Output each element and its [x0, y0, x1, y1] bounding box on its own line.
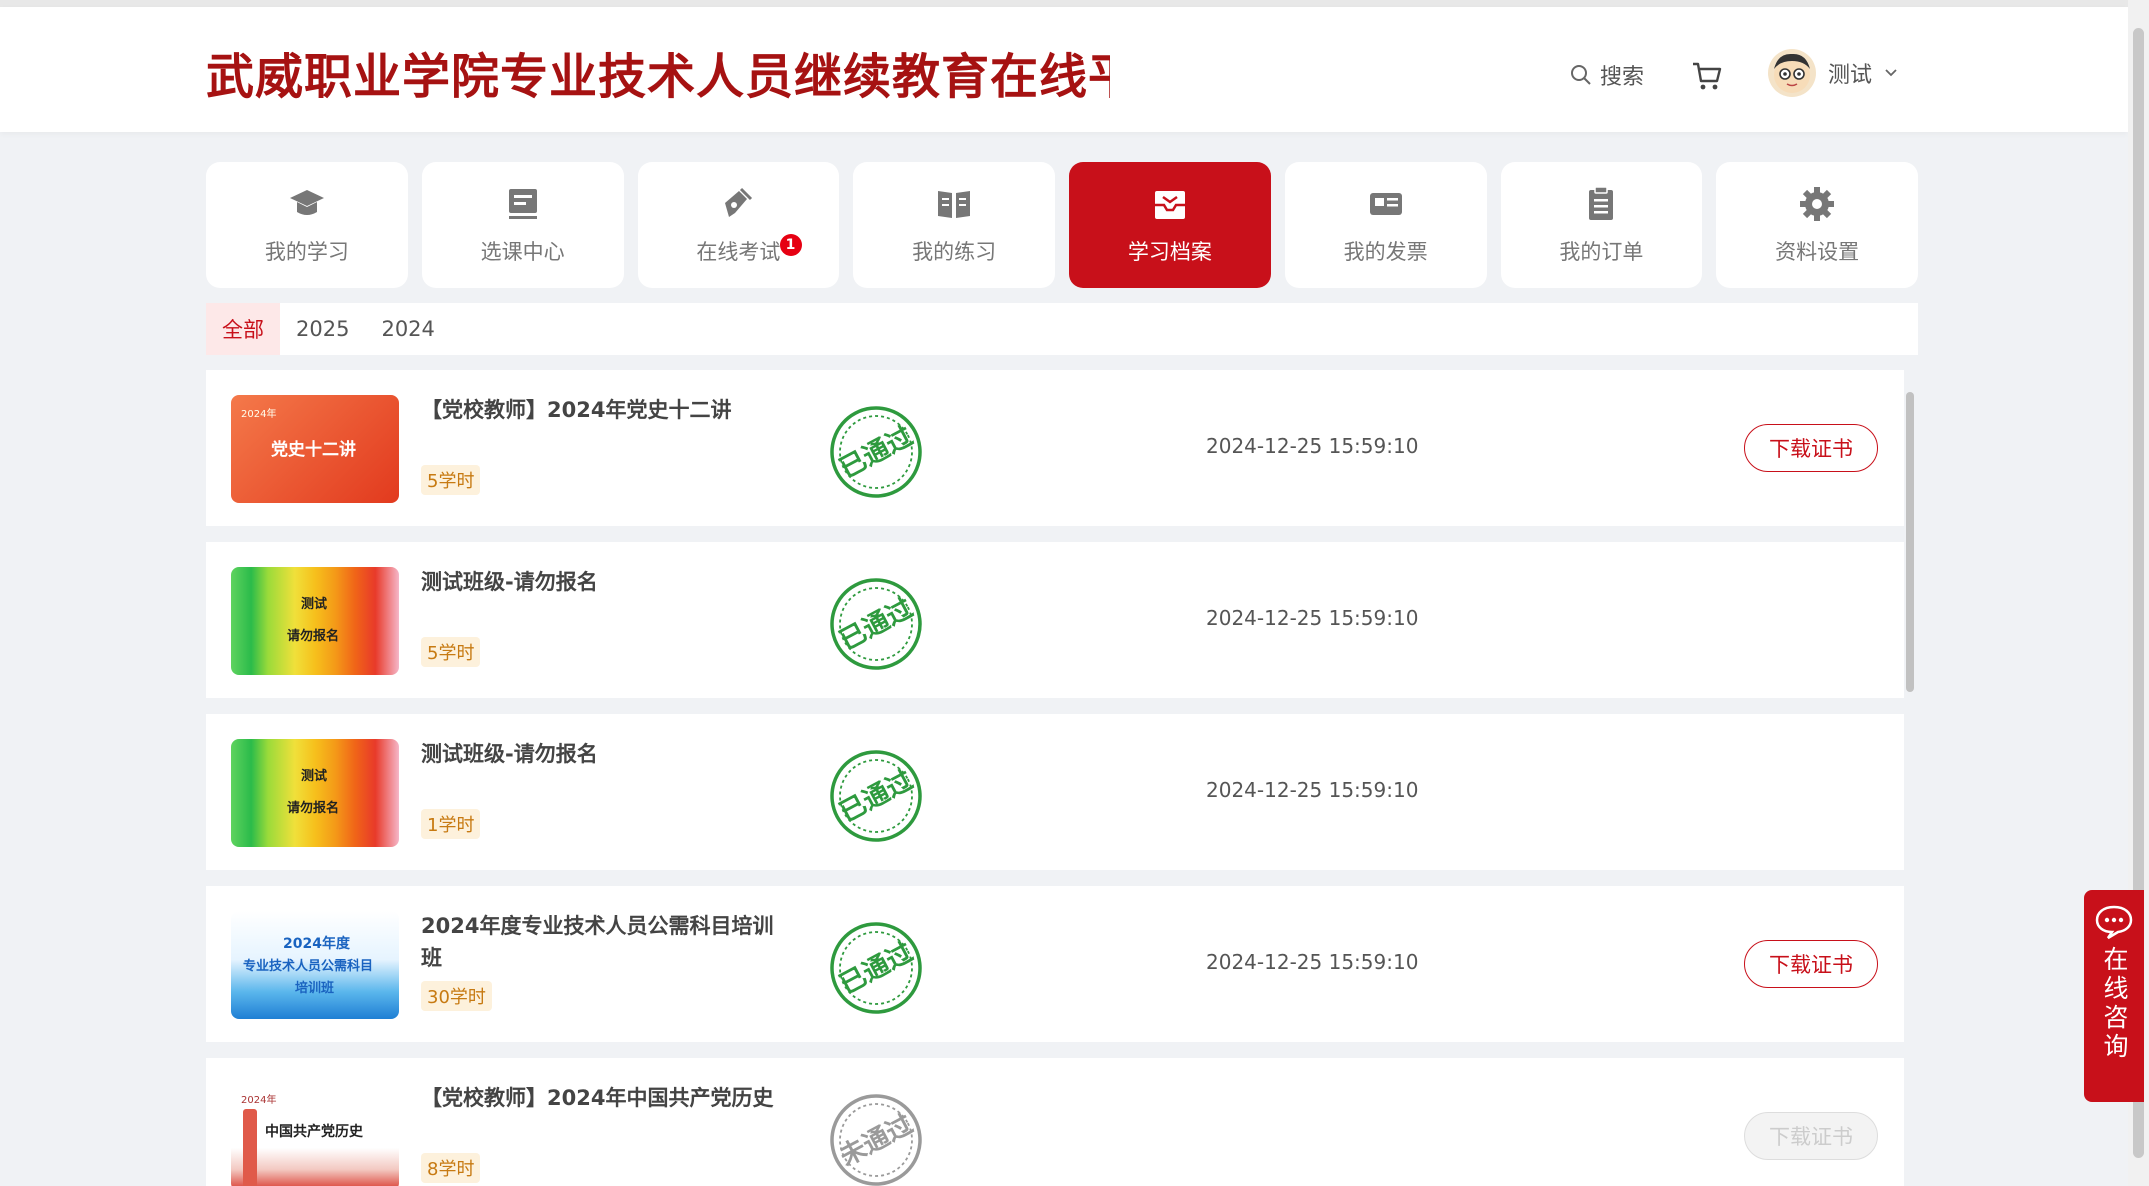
search-icon [1571, 65, 1591, 85]
thumb-small-text: 2024年 [241, 409, 277, 420]
nav-item-study-archive[interactable]: 学习档案 [1069, 162, 1271, 288]
thumb-text: 专业技术人员公需科目 [243, 959, 374, 974]
study-record-list: 2024年 党史十二讲 【党校教师】2024年党史十二讲 5学时 已通过 202… [206, 370, 1904, 1186]
archive-tray-icon [1150, 184, 1190, 224]
search-label: 搜索 [1600, 65, 1645, 90]
passed-stamp-icon: 已通过 [830, 406, 922, 498]
thumb-text: 测试 [301, 597, 328, 612]
hours-badge: 5学时 [421, 637, 481, 667]
passed-stamp-icon: 已通过 [830, 578, 922, 670]
stamp-text: 已通过 [835, 765, 918, 828]
tab-all[interactable]: 全部 [206, 303, 280, 355]
nav-label: 我的学习 [264, 240, 349, 264]
thumb-text: 请勿报名 [287, 801, 340, 816]
user-menu[interactable]: 测试 [1768, 49, 1898, 97]
consult-label: 在线咨询 [2100, 946, 2129, 1062]
nav-label: 在线考试 [696, 240, 781, 264]
pen-icon [718, 184, 758, 224]
nav-item-course-center[interactable]: 选课中心 [421, 162, 624, 288]
course-title[interactable]: 测试班级-请勿报名 [421, 566, 791, 598]
download-certificate-button[interactable]: 下载证书 [1744, 1112, 1878, 1160]
nav-label: 我的订单 [1559, 240, 1644, 264]
list-item: 2024年 党史十二讲 【党校教师】2024年党史十二讲 5学时 已通过 202… [206, 370, 1904, 526]
download-certificate-button[interactable]: 下载证书 [1744, 424, 1878, 472]
monument-icon [243, 1109, 257, 1186]
chevron-down-icon [1885, 69, 1897, 77]
tab-2024[interactable]: 2024 [365, 303, 450, 355]
passed-stamp-icon: 已通过 [830, 922, 922, 1014]
stamp-text: 已通过 [835, 593, 918, 656]
course-thumbnail[interactable]: 测试 请勿报名 [231, 567, 399, 675]
course-thumbnail[interactable]: 2024年 党史十二讲 [231, 395, 399, 503]
nav-label: 我的发票 [1343, 240, 1428, 264]
thumb-text: 中国共产党历史 [265, 1124, 363, 1140]
nav-item-online-exam[interactable]: 在线考试 1 [637, 162, 840, 288]
course-title[interactable]: 【党校教师】2024年党史十二讲 [421, 394, 791, 426]
open-book-icon [934, 184, 974, 224]
stamp-text: 未通过 [835, 1109, 918, 1172]
thumb-small-text: 2024年 [241, 1095, 277, 1106]
gear-icon [1797, 184, 1837, 224]
download-certificate-button[interactable]: 下载证书 [1744, 940, 1878, 988]
list-scrollbar-thumb[interactable] [1906, 392, 1914, 692]
year-filter-tabs: 全部 2025 2024 [206, 303, 1918, 355]
user-name: 测试 [1828, 63, 1873, 88]
completion-date: 2024-12-25 15:59:10 [1206, 778, 1419, 802]
course-thumbnail[interactable]: 2024年 中国共产党历史 [231, 1083, 399, 1186]
completion-date: 2024-12-25 15:59:10 [1206, 434, 1419, 458]
nav-label: 学习档案 [1127, 240, 1212, 264]
cart-icon[interactable] [1690, 59, 1724, 93]
site-header: 武威职业学院专业技术人员继续教育在线平台 搜索 测试 [0, 7, 2128, 132]
passed-stamp-icon: 已通过 [830, 750, 922, 842]
nav-item-my-study[interactable]: 我的学习 [206, 162, 408, 288]
nav-label: 选课中心 [480, 240, 565, 264]
nav-item-my-practice[interactable]: 我的练习 [853, 162, 1055, 288]
nav-label: 资料设置 [1775, 240, 1860, 264]
thumb-text: 培训班 [295, 981, 335, 996]
list-item: 2024年度 专业技术人员公需科目 培训班 2024年度专业技术人员公需科目培训… [206, 886, 1904, 1042]
exam-count-badge: 1 [779, 234, 802, 256]
book-list-icon [503, 184, 543, 224]
hours-badge: 8学时 [421, 1153, 481, 1183]
online-consult-button[interactable]: 在线咨询 [2084, 890, 2144, 1102]
chat-bubble-icon [2095, 905, 2133, 940]
failed-stamp-icon: 未通过 [830, 1094, 922, 1186]
nav-item-profile-settings[interactable]: 资料设置 [1716, 162, 1918, 288]
list-item: 2024年 中国共产党历史 【党校教师】2024年中国共产党历史 8学时 未通过… [206, 1058, 1904, 1186]
search-button[interactable]: 搜索 [1570, 59, 1644, 91]
list-item: 测试 请勿报名 测试班级-请勿报名 1学时 已通过 2024-12-25 15:… [206, 714, 1904, 870]
stamp-text: 已通过 [835, 421, 918, 484]
completion-date: 2024-12-25 15:59:10 [1206, 950, 1419, 974]
nav-label: 我的练习 [912, 240, 997, 264]
stamp-text: 已通过 [835, 937, 918, 1000]
nav-item-my-orders[interactable]: 我的订单 [1500, 162, 1703, 288]
tab-2025[interactable]: 2025 [280, 303, 365, 355]
avatar [1768, 49, 1816, 97]
thumb-text: 党史十二讲 [271, 440, 356, 460]
course-title[interactable]: 2024年度专业技术人员公需科目培训班 [421, 910, 791, 974]
thumb-text: 2024年度 [283, 936, 350, 952]
invoice-icon [1366, 184, 1406, 224]
graduation-cap-icon [287, 184, 327, 224]
course-thumbnail[interactable]: 测试 请勿报名 [231, 739, 399, 847]
list-item: 测试 请勿报名 测试班级-请勿报名 5学时 已通过 2024-12-25 15:… [206, 542, 1904, 698]
thumb-text: 请勿报名 [287, 629, 340, 644]
main-nav: 我的学习 选课中心 在线考试 1 我的练习 学习档案 我的发票 我的订单 资料设… [206, 162, 1918, 288]
hours-badge: 1学时 [421, 809, 481, 839]
completion-date: 2024-12-25 15:59:10 [1206, 606, 1419, 630]
thumb-text: 测试 [301, 769, 328, 784]
course-thumbnail[interactable]: 2024年度 专业技术人员公需科目 培训班 [231, 911, 399, 1019]
site-title: 武威职业学院专业技术人员继续教育在线平台 [206, 49, 1110, 105]
hours-badge: 30学时 [421, 981, 492, 1011]
course-title[interactable]: 测试班级-请勿报名 [421, 738, 791, 770]
browser-top-strip [0, 0, 2149, 7]
hours-badge: 5学时 [421, 465, 481, 495]
course-title[interactable]: 【党校教师】2024年中国共产党历史 [421, 1082, 791, 1114]
nav-item-my-invoice[interactable]: 我的发票 [1284, 162, 1487, 288]
clipboard-icon [1581, 184, 1621, 224]
